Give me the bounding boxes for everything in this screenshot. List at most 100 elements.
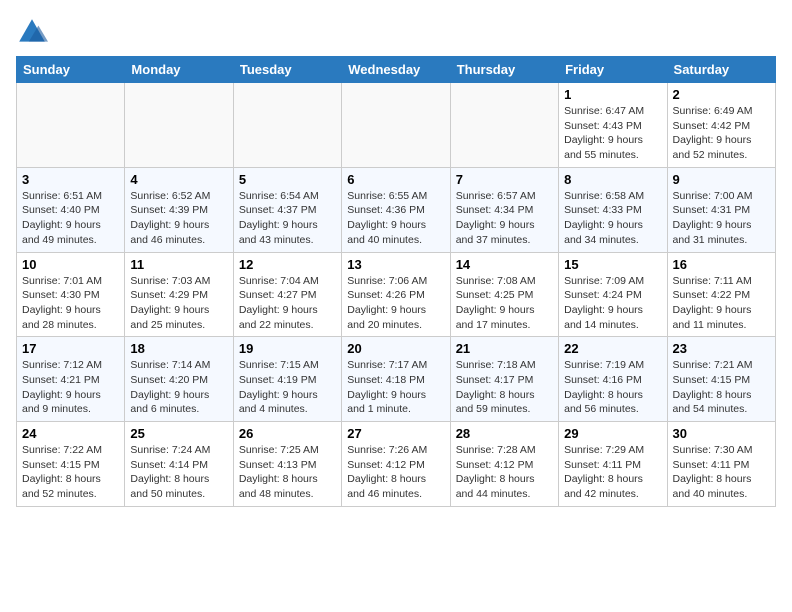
weekday-header: Friday xyxy=(559,57,667,83)
day-number: 10 xyxy=(22,257,119,272)
day-info: Sunrise: 6:57 AM Sunset: 4:34 PM Dayligh… xyxy=(456,189,553,248)
day-number: 12 xyxy=(239,257,336,272)
calendar-day-cell: 26 Sunrise: 7:25 AM Sunset: 4:13 PM Dayli… xyxy=(233,422,341,507)
day-info: Sunrise: 6:49 AM Sunset: 4:42 PM Dayligh… xyxy=(673,104,770,163)
calendar-day-cell xyxy=(342,83,450,168)
day-number: 29 xyxy=(564,426,661,441)
calendar-header-row: SundayMondayTuesdayWednesdayThursdayFrid… xyxy=(17,57,776,83)
calendar-day-cell: 16 Sunrise: 7:11 AM Sunset: 4:22 PM Dayli… xyxy=(667,252,775,337)
day-number: 20 xyxy=(347,341,444,356)
calendar-week-row: 1 Sunrise: 6:47 AM Sunset: 4:43 PM Daylig… xyxy=(17,83,776,168)
day-number: 1 xyxy=(564,87,661,102)
day-info: Sunrise: 7:12 AM Sunset: 4:21 PM Dayligh… xyxy=(22,358,119,417)
calendar-day-cell: 17 Sunrise: 7:12 AM Sunset: 4:21 PM Dayli… xyxy=(17,337,125,422)
calendar-day-cell: 18 Sunrise: 7:14 AM Sunset: 4:20 PM Dayli… xyxy=(125,337,233,422)
day-info: Sunrise: 6:58 AM Sunset: 4:33 PM Dayligh… xyxy=(564,189,661,248)
day-info: Sunrise: 7:11 AM Sunset: 4:22 PM Dayligh… xyxy=(673,274,770,333)
calendar-day-cell: 1 Sunrise: 6:47 AM Sunset: 4:43 PM Daylig… xyxy=(559,83,667,168)
calendar-week-row: 17 Sunrise: 7:12 AM Sunset: 4:21 PM Dayli… xyxy=(17,337,776,422)
calendar-day-cell: 29 Sunrise: 7:29 AM Sunset: 4:11 PM Dayli… xyxy=(559,422,667,507)
page-header xyxy=(16,16,776,48)
calendar-day-cell xyxy=(450,83,558,168)
calendar-day-cell xyxy=(233,83,341,168)
weekday-header: Wednesday xyxy=(342,57,450,83)
calendar-day-cell xyxy=(125,83,233,168)
weekday-header: Tuesday xyxy=(233,57,341,83)
day-number: 18 xyxy=(130,341,227,356)
day-number: 22 xyxy=(564,341,661,356)
calendar-day-cell: 28 Sunrise: 7:28 AM Sunset: 4:12 PM Dayli… xyxy=(450,422,558,507)
calendar-day-cell: 10 Sunrise: 7:01 AM Sunset: 4:30 PM Dayli… xyxy=(17,252,125,337)
calendar-day-cell: 20Sunrise: 7:17 AM Sunset: 4:18 PM Dayli… xyxy=(342,337,450,422)
day-number: 14 xyxy=(456,257,553,272)
calendar-day-cell: 13Sunrise: 7:06 AM Sunset: 4:26 PM Dayli… xyxy=(342,252,450,337)
weekday-header: Saturday xyxy=(667,57,775,83)
day-info: Sunrise: 7:14 AM Sunset: 4:20 PM Dayligh… xyxy=(130,358,227,417)
day-number: 16 xyxy=(673,257,770,272)
day-info: Sunrise: 7:19 AM Sunset: 4:16 PM Dayligh… xyxy=(564,358,661,417)
calendar-day-cell: 3 Sunrise: 6:51 AM Sunset: 4:40 PM Daylig… xyxy=(17,167,125,252)
day-info: Sunrise: 7:29 AM Sunset: 4:11 PM Dayligh… xyxy=(564,443,661,502)
day-number: 28 xyxy=(456,426,553,441)
day-number: 25 xyxy=(130,426,227,441)
day-number: 6 xyxy=(347,172,444,187)
day-info: Sunrise: 6:54 AM Sunset: 4:37 PM Dayligh… xyxy=(239,189,336,248)
calendar-day-cell: 27 Sunrise: 7:26 AM Sunset: 4:12 PM Dayli… xyxy=(342,422,450,507)
calendar-day-cell: 5Sunrise: 6:54 AM Sunset: 4:37 PM Daylig… xyxy=(233,167,341,252)
day-number: 26 xyxy=(239,426,336,441)
day-number: 24 xyxy=(22,426,119,441)
day-info: Sunrise: 7:18 AM Sunset: 4:17 PM Dayligh… xyxy=(456,358,553,417)
day-info: Sunrise: 7:09 AM Sunset: 4:24 PM Dayligh… xyxy=(564,274,661,333)
day-info: Sunrise: 6:51 AM Sunset: 4:40 PM Dayligh… xyxy=(22,189,119,248)
calendar-day-cell: 14Sunrise: 7:08 AM Sunset: 4:25 PM Dayli… xyxy=(450,252,558,337)
day-info: Sunrise: 7:30 AM Sunset: 4:11 PM Dayligh… xyxy=(673,443,770,502)
calendar-day-cell: 24Sunrise: 7:22 AM Sunset: 4:15 PM Dayli… xyxy=(17,422,125,507)
day-info: Sunrise: 6:47 AM Sunset: 4:43 PM Dayligh… xyxy=(564,104,661,163)
day-number: 17 xyxy=(22,341,119,356)
weekday-header: Monday xyxy=(125,57,233,83)
weekday-header: Sunday xyxy=(17,57,125,83)
day-number: 4 xyxy=(130,172,227,187)
day-info: Sunrise: 7:15 AM Sunset: 4:19 PM Dayligh… xyxy=(239,358,336,417)
day-number: 8 xyxy=(564,172,661,187)
calendar-day-cell: 19 Sunrise: 7:15 AM Sunset: 4:19 PM Dayli… xyxy=(233,337,341,422)
calendar-day-cell: 30 Sunrise: 7:30 AM Sunset: 4:11 PM Dayli… xyxy=(667,422,775,507)
calendar-day-cell: 8 Sunrise: 6:58 AM Sunset: 4:33 PM Daylig… xyxy=(559,167,667,252)
day-info: Sunrise: 7:00 AM Sunset: 4:31 PM Dayligh… xyxy=(673,189,770,248)
day-number: 7 xyxy=(456,172,553,187)
day-number: 15 xyxy=(564,257,661,272)
calendar-day-cell: 11 Sunrise: 7:03 AM Sunset: 4:29 PM Dayli… xyxy=(125,252,233,337)
day-number: 23 xyxy=(673,341,770,356)
day-number: 27 xyxy=(347,426,444,441)
calendar-week-row: 10 Sunrise: 7:01 AM Sunset: 4:30 PM Dayli… xyxy=(17,252,776,337)
day-info: Sunrise: 7:03 AM Sunset: 4:29 PM Dayligh… xyxy=(130,274,227,333)
day-info: Sunrise: 7:24 AM Sunset: 4:14 PM Dayligh… xyxy=(130,443,227,502)
day-info: Sunrise: 7:04 AM Sunset: 4:27 PM Dayligh… xyxy=(239,274,336,333)
day-number: 30 xyxy=(673,426,770,441)
day-number: 2 xyxy=(673,87,770,102)
calendar-day-cell: 9Sunrise: 7:00 AM Sunset: 4:31 PM Daylig… xyxy=(667,167,775,252)
day-number: 11 xyxy=(130,257,227,272)
calendar-day-cell: 25 Sunrise: 7:24 AM Sunset: 4:14 PM Dayli… xyxy=(125,422,233,507)
weekday-header: Thursday xyxy=(450,57,558,83)
day-info: Sunrise: 7:28 AM Sunset: 4:12 PM Dayligh… xyxy=(456,443,553,502)
day-info: Sunrise: 6:55 AM Sunset: 4:36 PM Dayligh… xyxy=(347,189,444,248)
calendar-day-cell: 21Sunrise: 7:18 AM Sunset: 4:17 PM Dayli… xyxy=(450,337,558,422)
calendar-day-cell: 23Sunrise: 7:21 AM Sunset: 4:15 PM Dayli… xyxy=(667,337,775,422)
day-info: Sunrise: 7:25 AM Sunset: 4:13 PM Dayligh… xyxy=(239,443,336,502)
day-number: 13 xyxy=(347,257,444,272)
calendar-table: SundayMondayTuesdayWednesdayThursdayFrid… xyxy=(16,56,776,507)
day-info: Sunrise: 7:01 AM Sunset: 4:30 PM Dayligh… xyxy=(22,274,119,333)
day-number: 3 xyxy=(22,172,119,187)
calendar-day-cell: 7 Sunrise: 6:57 AM Sunset: 4:34 PM Daylig… xyxy=(450,167,558,252)
calendar-day-cell: 2 Sunrise: 6:49 AM Sunset: 4:42 PM Daylig… xyxy=(667,83,775,168)
day-number: 19 xyxy=(239,341,336,356)
calendar-day-cell: 12 Sunrise: 7:04 AM Sunset: 4:27 PM Dayli… xyxy=(233,252,341,337)
calendar-day-cell: 6 Sunrise: 6:55 AM Sunset: 4:36 PM Daylig… xyxy=(342,167,450,252)
day-info: Sunrise: 6:52 AM Sunset: 4:39 PM Dayligh… xyxy=(130,189,227,248)
calendar-day-cell: 15 Sunrise: 7:09 AM Sunset: 4:24 PM Dayli… xyxy=(559,252,667,337)
day-info: Sunrise: 7:26 AM Sunset: 4:12 PM Dayligh… xyxy=(347,443,444,502)
calendar-week-row: 24Sunrise: 7:22 AM Sunset: 4:15 PM Dayli… xyxy=(17,422,776,507)
calendar-day-cell xyxy=(17,83,125,168)
calendar-day-cell: 4 Sunrise: 6:52 AM Sunset: 4:39 PM Daylig… xyxy=(125,167,233,252)
